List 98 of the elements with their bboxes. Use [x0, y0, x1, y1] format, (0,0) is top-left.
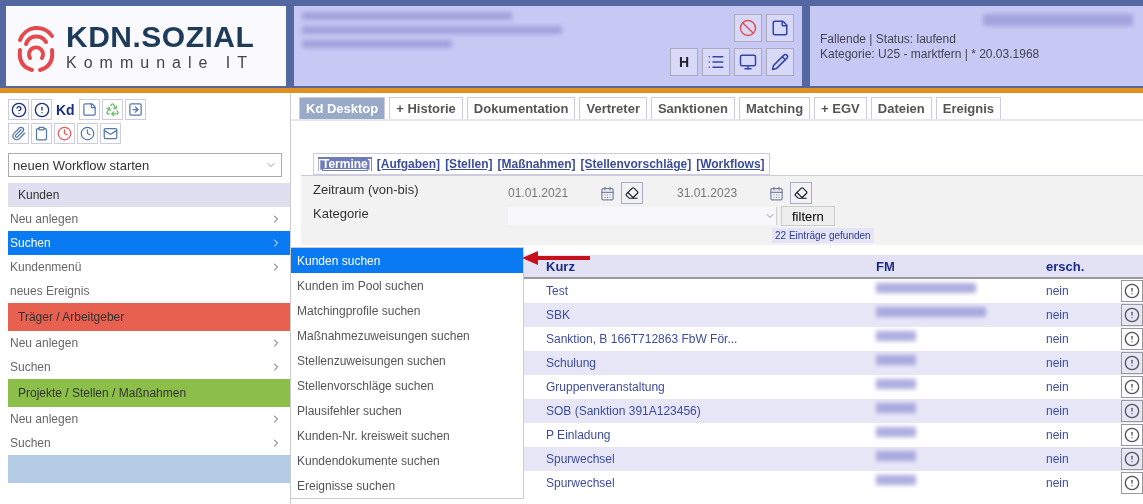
date-to-field[interactable]: 31.01.2023: [677, 186, 763, 200]
monitor-icon: [739, 53, 757, 71]
redacted-block: [876, 427, 916, 437]
logo-subtitle: Kommunale IT: [66, 54, 255, 72]
tab[interactable]: + EGV: [814, 97, 867, 119]
redacted-block: [876, 355, 916, 365]
table-cell-text: Spurwechsel: [546, 452, 616, 466]
help-icon[interactable]: [8, 99, 29, 120]
info-button[interactable]: [1121, 352, 1143, 374]
list-icon: [707, 53, 725, 71]
column-header: Kurz: [546, 258, 576, 274]
eraser-icon[interactable]: [621, 182, 643, 204]
info-button[interactable]: [1121, 400, 1143, 422]
menu-item[interactable]: neues Ereignis: [8, 279, 290, 303]
table-cell-text: Sanktion, B 166T712863 FbW För...: [546, 332, 739, 346]
clipboard-icon[interactable]: [31, 123, 52, 144]
note-icon[interactable]: [78, 99, 100, 120]
case-info-text: Fallende | Status: laufend: [820, 32, 956, 47]
menu-section-header: Projekte / Stellen / Maßnahmen: [8, 379, 290, 407]
pencil-button[interactable]: [766, 48, 794, 76]
menu-item[interactable]: Suchen: [8, 231, 290, 255]
calendar-icon[interactable]: [769, 185, 784, 201]
submenu-item[interactable]: Kunden suchen: [291, 248, 523, 273]
note-button[interactable]: [766, 14, 794, 42]
workflow-select[interactable]: neuen Workflow starten: [8, 153, 282, 177]
sub-tab-link[interactable]: [Aufgaben]: [376, 157, 441, 171]
info-button[interactable]: [1121, 424, 1143, 446]
kd-link[interactable]: Kd: [54, 101, 77, 118]
redacted-block: [876, 379, 916, 389]
sub-tab-link[interactable]: [Workflows]: [696, 157, 765, 171]
info-button[interactable]: [1121, 280, 1143, 302]
result-count: 22 Einträge gefunden: [772, 228, 874, 243]
table-cell-text: SOB (Sanktion 391A123456): [546, 404, 702, 418]
info-button[interactable]: [1121, 448, 1143, 470]
alert-icon[interactable]: [31, 99, 52, 120]
list-button[interactable]: [702, 48, 730, 76]
table-cell-text: Schulung: [546, 356, 598, 370]
info-button[interactable]: [1121, 472, 1143, 494]
filter-button[interactable]: filtern: [781, 206, 835, 226]
category-label: Kategorie: [313, 206, 370, 223]
menu-item[interactable]: Neu anlegen: [8, 207, 290, 231]
table-cell-text: nein: [1046, 452, 1070, 466]
table-cell-text: Test: [546, 284, 569, 298]
paperclip-icon[interactable]: [8, 123, 29, 144]
menu-item[interactable]: Suchen: [8, 355, 290, 379]
redacted-block: [876, 331, 916, 341]
menu-section-header: Träger / Arbeitgeber: [8, 303, 290, 331]
table-cell-text: P Einladung: [546, 428, 612, 442]
no-entry-button[interactable]: [734, 14, 762, 42]
period-label: Zeitraum (von-bis): [313, 182, 420, 199]
letter-button[interactable]: H: [670, 48, 698, 76]
tab[interactable]: + Historie: [389, 97, 463, 119]
sub-tab-link[interactable]: [Stellen]: [445, 157, 493, 171]
tab[interactable]: Sanktionen: [650, 97, 736, 119]
menu-item[interactable]: Neu anlegen: [8, 331, 290, 355]
sub-tab-link[interactable]: [Maßnahmen]: [497, 157, 576, 171]
info-button[interactable]: [1121, 304, 1143, 326]
redacted-block: [876, 451, 916, 461]
tab[interactable]: Dateien: [870, 97, 932, 119]
tab[interactable]: Matching: [739, 97, 811, 119]
monitor-button[interactable]: [734, 48, 762, 76]
table-cell-text: Spurwechsel: [546, 476, 616, 490]
date-from-field[interactable]: 01.01.2021: [508, 186, 594, 200]
clock-icon[interactable]: [77, 123, 98, 144]
pencil-icon: [771, 53, 789, 71]
tab[interactable]: Ereignis: [935, 97, 1002, 119]
table-cell-text: Gruppenveranstaltung: [546, 380, 666, 394]
arrow-right-icon[interactable]: [124, 99, 146, 120]
tab[interactable]: Dokumentation: [466, 97, 576, 119]
menu-item[interactable]: Kundenmenü: [8, 255, 290, 279]
redacted-block: [876, 475, 916, 485]
table-cell-text: nein: [1046, 332, 1070, 346]
no-entry-icon: [739, 19, 757, 37]
note-icon: [771, 19, 789, 37]
table-cell-text: SBK: [546, 308, 571, 322]
case-info-text: Kategorie: U25 - marktfern | * 20.03.1968: [820, 47, 1040, 62]
sub-tab-link[interactable]: [Termine]: [318, 157, 372, 171]
table-cell-text: nein: [1046, 380, 1070, 394]
column-header: ersch.: [1046, 258, 1086, 274]
menu-item[interactable]: Suchen: [8, 431, 290, 455]
table-cell-text: nein: [1046, 428, 1070, 442]
table-cell-text: nein: [1046, 476, 1070, 490]
mail-icon[interactable]: [100, 123, 121, 144]
eraser-icon[interactable]: [790, 182, 812, 204]
column-header: FM: [876, 258, 896, 274]
sub-tab-link[interactable]: [Stellenvorschläge]: [580, 157, 692, 171]
menu-item[interactable]: Neu anlegen: [8, 407, 290, 431]
redacted-block: [876, 403, 916, 413]
table-cell-text: nein: [1046, 356, 1070, 370]
table-cell-text: nein: [1046, 308, 1070, 322]
menu-section-header: Kunden: [8, 183, 290, 207]
calendar-icon[interactable]: [600, 185, 615, 201]
info-button[interactable]: [1121, 376, 1143, 398]
table-cell-text: nein: [1046, 404, 1070, 418]
logo-title: KDN.SOZIAL: [66, 20, 255, 54]
table-cell-text: nein: [1046, 284, 1070, 298]
tab[interactable]: Vertreter: [579, 97, 647, 119]
info-button[interactable]: [1121, 328, 1143, 350]
